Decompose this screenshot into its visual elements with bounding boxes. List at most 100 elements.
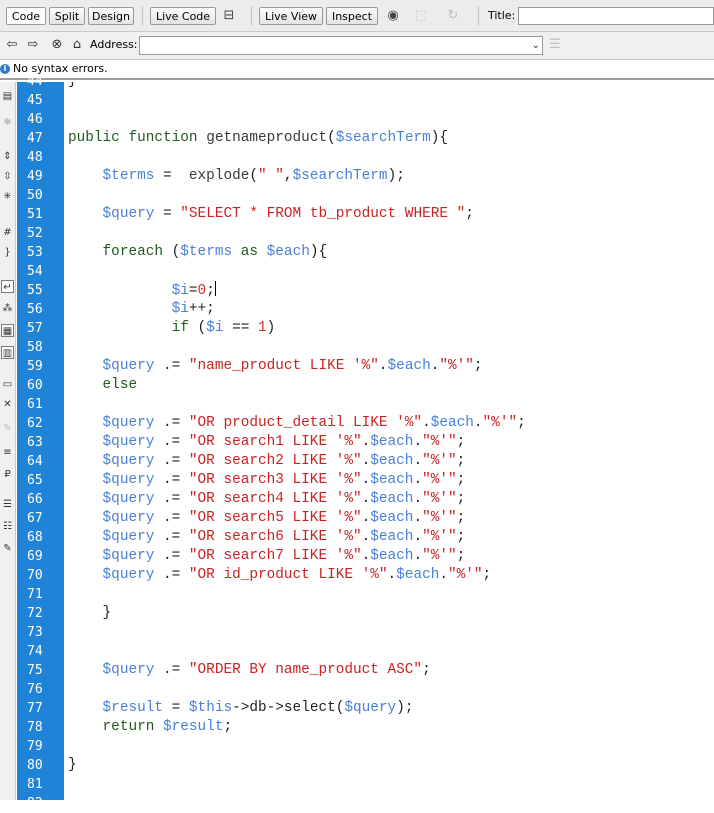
design-view-button[interactable]: Design [88, 7, 134, 25]
live-view-button[interactable]: Live View [259, 7, 323, 25]
home-icon[interactable]: ⌂ [70, 37, 84, 53]
code-line[interactable]: if ($i == 1) [68, 319, 276, 338]
code-line[interactable]: foreach ($terms as $each){ [68, 243, 328, 262]
code-token: $each [396, 567, 440, 583]
code-token: . [473, 415, 483, 431]
code-line[interactable]: $query .= "OR search7 LIKE '%".$each."%'… [68, 547, 466, 566]
format-icon[interactable]: ✎ [1, 542, 14, 555]
code-line[interactable]: $query .= "ORDER BY name_product ASC"; [68, 661, 431, 680]
code-line[interactable]: $terms = explode(" ",$searchTerm); [68, 167, 405, 186]
back-arrow-icon[interactable]: ⇦ [5, 37, 19, 53]
browser-options-icon[interactable]: ☰ [549, 37, 567, 53]
code-token: .= [154, 453, 189, 469]
inspect-icon[interactable]: ⬚ [412, 8, 430, 24]
code-token: ; [456, 453, 466, 469]
code-line[interactable]: $query .= "OR search4 LIKE '%".$each."%'… [68, 490, 466, 509]
line-numbers-icon[interactable]: # [1, 226, 14, 239]
code-line[interactable]: return $result; [68, 718, 233, 737]
open-document-icon[interactable]: ▤ [1, 90, 14, 103]
code-editor[interactable]: } public function getnameproduct($searchT… [64, 82, 714, 800]
code-token: $each [387, 358, 431, 374]
code-token: ; [517, 415, 526, 431]
code-view-button[interactable]: Code [6, 7, 46, 25]
syntax-icon[interactable]: ⁂ [1, 302, 14, 315]
code-line[interactable]: $result = $this->db->select($query); [68, 699, 414, 718]
code-line[interactable]: $query .= "OR product_detail LIKE '%".$e… [68, 414, 526, 433]
word-wrap-icon[interactable]: ↵ [1, 280, 14, 293]
code-token: $i [206, 320, 224, 336]
code-line[interactable]: $query .= "OR id_product LIKE '%".$each.… [68, 566, 492, 585]
code-line[interactable]: $query .= "OR search6 LIKE '%".$each."%'… [68, 528, 466, 547]
code-token: "OR search5 LIKE '%" [188, 510, 362, 526]
code-token: $each [370, 548, 414, 564]
line-number: 47 [27, 131, 43, 146]
code-token: .= [154, 434, 189, 450]
move-css-icon[interactable]: ✎ [1, 422, 14, 435]
line-number: 72 [27, 606, 43, 621]
code-token: 1 [258, 320, 267, 336]
line-number: 46 [27, 112, 43, 127]
line-number: 71 [27, 587, 43, 602]
code-token: ){ [309, 244, 328, 260]
title-input[interactable] [518, 7, 714, 25]
code-token: "OR search6 LIKE '%" [188, 529, 362, 545]
apply-comment-icon[interactable]: ▦ [1, 324, 14, 337]
outdent-icon[interactable]: ₽ [1, 468, 14, 481]
code-token: $this [188, 700, 233, 716]
code-token: .= [154, 415, 189, 431]
address-input[interactable]: ⌄ [139, 36, 543, 55]
indent-icon[interactable]: ≡ [1, 446, 14, 459]
code-token: "OR product_detail LIKE '%" [188, 415, 423, 431]
code-line[interactable]: } [68, 756, 77, 775]
code-line[interactable]: public function getnameproduct($searchTe… [68, 129, 448, 148]
split-view-button[interactable]: Split [49, 7, 85, 25]
code-token: "%'" [422, 491, 457, 507]
code-token: .= [154, 491, 189, 507]
code-token: "OR search1 LIKE '%" [188, 434, 362, 450]
code-line[interactable]: $query .= "OR search5 LIKE '%".$each."%'… [68, 509, 466, 528]
code-line[interactable]: } [68, 82, 77, 91]
code-line[interactable]: $query .= "OR search2 LIKE '%".$each."%'… [68, 452, 466, 471]
line-number: 50 [27, 188, 43, 203]
line-number: 45 [27, 93, 43, 108]
code-line[interactable]: $query .= "OR search1 LIKE '%".$each."%'… [68, 433, 466, 452]
code-token: . [413, 453, 423, 469]
syntax-status-bar: i No syntax errors. [0, 60, 714, 80]
highlight-invalid-icon[interactable]: } [1, 246, 14, 259]
remove-comment-icon[interactable]: ▥ [1, 346, 14, 359]
code-token: = [154, 206, 181, 222]
stop-icon[interactable]: ⊗ [50, 37, 64, 53]
format-icon[interactable]: ☷ [1, 520, 14, 533]
code-line[interactable]: } [68, 604, 112, 623]
balance-braces-icon[interactable]: ✳ [1, 190, 14, 203]
line-number: 67 [27, 511, 43, 526]
code-token: == [223, 320, 259, 336]
code-line[interactable]: $i=0; [68, 281, 216, 301]
live-code-button[interactable]: Live Code [150, 7, 216, 25]
code-token: $query [68, 510, 155, 526]
code-token: "%'" [422, 548, 457, 564]
collapse-icon[interactable]: ✱ [1, 116, 14, 129]
format-icon[interactable]: ☰ [1, 498, 14, 511]
code-token: $each [370, 434, 414, 450]
code-line[interactable]: $query = "SELECT * FROM tb_product WHERE… [68, 205, 474, 224]
code-token: . [361, 434, 371, 450]
forward-arrow-icon[interactable]: ⇨ [26, 37, 40, 53]
chevron-down-icon[interactable]: ⌄ [532, 38, 540, 54]
code-token: else [68, 377, 138, 393]
code-line[interactable]: $i++; [68, 300, 215, 319]
refresh-icon[interactable]: ↻ [444, 8, 462, 24]
inspect-button[interactable]: Inspect [326, 7, 378, 25]
expand-icon[interactable]: ⇕ [1, 150, 14, 163]
code-line[interactable]: else [68, 376, 138, 395]
select-parent-icon[interactable]: ⇳ [1, 170, 14, 183]
code-line[interactable]: $query .= "name_product LIKE '%".$each."… [68, 357, 483, 376]
code-line[interactable]: $query .= "OR search3 LIKE '%".$each."%'… [68, 471, 466, 490]
code-token: $query [68, 567, 155, 583]
globe-icon[interactable]: ◉ [384, 8, 402, 24]
code-token: $query [68, 453, 155, 469]
wrap-tag-icon[interactable]: ▭ [1, 378, 14, 391]
recent-snippets-icon[interactable]: ✕ [1, 398, 14, 411]
code-token: ; [456, 510, 466, 526]
layout-icon[interactable]: ⊟ [220, 8, 238, 24]
